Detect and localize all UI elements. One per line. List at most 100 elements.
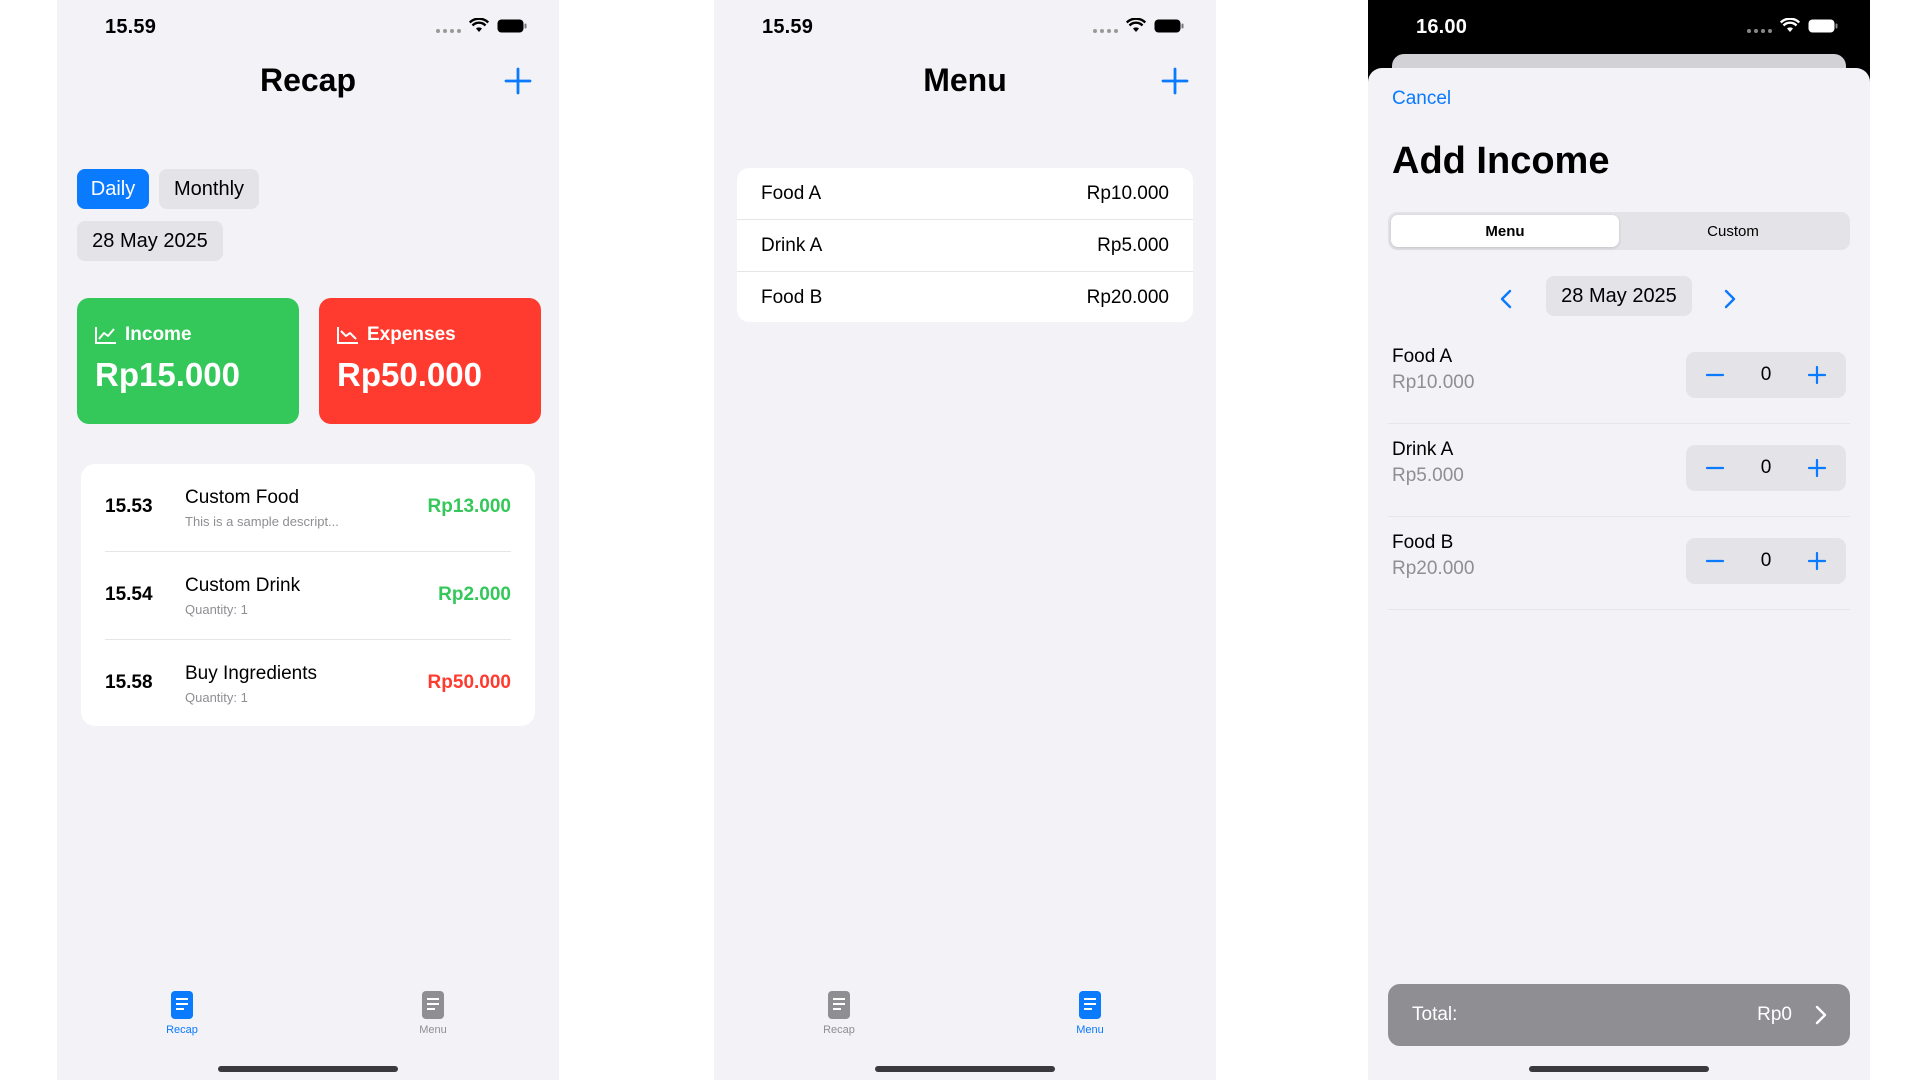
battery-icon	[497, 19, 527, 32]
transaction-name: Buy Ingredients	[185, 663, 318, 684]
menu-item-price: Rp10.000	[1086, 183, 1169, 204]
transaction-subtitle: This is a sample descript...	[185, 514, 339, 529]
mode-segmented-control: Menu Custom	[1388, 212, 1850, 250]
menu-item-name: Drink A	[761, 235, 823, 256]
wifi-icon	[1126, 18, 1146, 32]
menu-book-icon	[422, 991, 444, 1019]
add-button[interactable]	[503, 66, 533, 96]
expenses-amount: Rp50.000	[337, 356, 482, 393]
menu-list: Food A Rp10.000 Drink A Rp5.000 Food B R…	[737, 168, 1193, 322]
tab-bar: Recap Menu	[57, 990, 559, 1040]
expenses-card[interactable]: Expenses Rp50.000	[319, 298, 541, 424]
total-label: Total:	[1412, 1004, 1458, 1025]
tab-menu[interactable]: Menu	[403, 990, 463, 1036]
quantity-stepper: 0	[1686, 445, 1846, 491]
item-name: Drink A	[1392, 439, 1454, 460]
add-income-screen: 16.00 Cancel Add Income Menu Custom 28 M…	[1368, 0, 1870, 1080]
transaction-time: 15.53	[105, 496, 153, 517]
segment-custom[interactable]: Custom	[1619, 215, 1847, 247]
list-item[interactable]: Drink A Rp5.000	[737, 220, 1193, 271]
document-icon	[828, 991, 850, 1019]
list-item: Food A Rp10.000 0	[1392, 330, 1850, 423]
battery-icon	[1808, 19, 1838, 32]
income-amount: Rp15.000	[95, 356, 240, 393]
item-name: Food A	[1392, 346, 1453, 367]
item-name: Food B	[1392, 532, 1454, 553]
total-button[interactable]: Total: Rp0	[1388, 984, 1850, 1046]
status-bar: 15.59	[105, 16, 527, 40]
tab-menu[interactable]: Menu	[1060, 990, 1120, 1036]
signal-icon	[1747, 19, 1772, 33]
plus-icon[interactable]	[1800, 358, 1834, 392]
page-title: Recap	[259, 62, 357, 98]
tab-recap-label: Recap	[166, 1024, 198, 1036]
divider	[1388, 609, 1850, 610]
home-indicator	[1529, 1066, 1709, 1072]
status-time: 16.00	[1416, 16, 1468, 38]
transaction-subtitle: Quantity: 1	[185, 690, 248, 705]
expenses-label: Expenses	[367, 324, 456, 345]
filter-daily-button[interactable]: Daily	[77, 169, 149, 209]
menu-screen: 15.59 Menu Food A Rp10.000 Drink A Rp5.0…	[714, 0, 1216, 1080]
plus-icon[interactable]	[1800, 451, 1834, 485]
quantity-stepper: 0	[1686, 352, 1846, 398]
status-bar: 16.00	[1416, 16, 1838, 40]
document-icon	[171, 991, 193, 1019]
cancel-button[interactable]: Cancel	[1392, 88, 1451, 110]
date-picker-button[interactable]: 28 May 2025	[77, 221, 223, 261]
filter-monthly-button[interactable]: Monthly	[159, 169, 259, 209]
home-indicator	[875, 1066, 1055, 1072]
wifi-icon	[469, 18, 489, 32]
home-indicator	[218, 1066, 398, 1072]
status-bar: 15.59	[762, 16, 1184, 40]
menu-item-price: Rp20.000	[1086, 287, 1169, 308]
transaction-amount: Rp13.000	[427, 496, 511, 517]
total-value: Rp0	[1757, 1004, 1792, 1025]
item-price: Rp10.000	[1392, 372, 1475, 393]
chart-up-icon	[95, 327, 116, 344]
transaction-name: Custom Food	[185, 487, 300, 508]
tab-recap[interactable]: Recap	[152, 990, 212, 1036]
list-item[interactable]: Food B Rp20.000	[737, 272, 1193, 323]
add-income-sheet: Cancel Add Income Menu Custom 28 May 202…	[1368, 68, 1870, 1080]
status-time: 15.59	[105, 16, 157, 38]
wifi-icon	[1780, 18, 1800, 32]
tab-bar: Recap Menu	[714, 990, 1216, 1040]
menu-item-name: Food A	[761, 183, 822, 204]
battery-icon	[1154, 19, 1184, 32]
page-title: Menu	[923, 62, 1007, 98]
transaction-row[interactable]: 15.53 Custom Food This is a sample descr…	[81, 464, 535, 551]
transaction-time: 15.58	[105, 672, 153, 693]
segment-menu[interactable]: Menu	[1391, 215, 1619, 247]
chevron-left-icon[interactable]	[1498, 288, 1514, 310]
signal-icon	[436, 19, 461, 33]
menu-item-name: Food B	[761, 287, 823, 308]
tab-recap-label: Recap	[823, 1024, 855, 1036]
transaction-name: Custom Drink	[185, 575, 301, 596]
transaction-row[interactable]: 15.54 Custom Drink Quantity: 1 Rp2.000	[81, 552, 535, 639]
menu-book-icon	[1079, 991, 1101, 1019]
tab-recap[interactable]: Recap	[809, 990, 869, 1036]
signal-icon	[1093, 19, 1118, 33]
date-picker-button[interactable]: 28 May 2025	[1546, 276, 1692, 316]
transaction-amount: Rp2.000	[438, 584, 511, 605]
tab-menu-label: Menu	[419, 1024, 447, 1036]
transaction-subtitle: Quantity: 1	[185, 602, 248, 617]
transaction-row[interactable]: 15.58 Buy Ingredients Quantity: 1 Rp50.0…	[81, 640, 535, 727]
chart-down-icon	[337, 327, 358, 344]
item-price: Rp20.000	[1392, 558, 1475, 579]
plus-icon[interactable]	[1800, 544, 1834, 578]
tab-menu-label: Menu	[1076, 1024, 1104, 1036]
list-item: Drink A Rp5.000 0	[1392, 423, 1850, 516]
item-price: Rp5.000	[1392, 465, 1464, 486]
quantity-stepper: 0	[1686, 538, 1846, 584]
income-card[interactable]: Income Rp15.000	[77, 298, 299, 424]
status-time: 15.59	[762, 16, 814, 38]
list-item: Food B Rp20.000 0	[1392, 516, 1850, 609]
income-label: Income	[125, 324, 192, 345]
recap-screen: 15.59 Recap Daily Monthly 28 May 2025 In…	[57, 0, 559, 1080]
chevron-right-icon[interactable]	[1722, 288, 1738, 310]
add-menu-button[interactable]	[1160, 66, 1190, 96]
list-item[interactable]: Food A Rp10.000	[737, 168, 1193, 219]
sheet-title: Add Income	[1392, 140, 1610, 182]
